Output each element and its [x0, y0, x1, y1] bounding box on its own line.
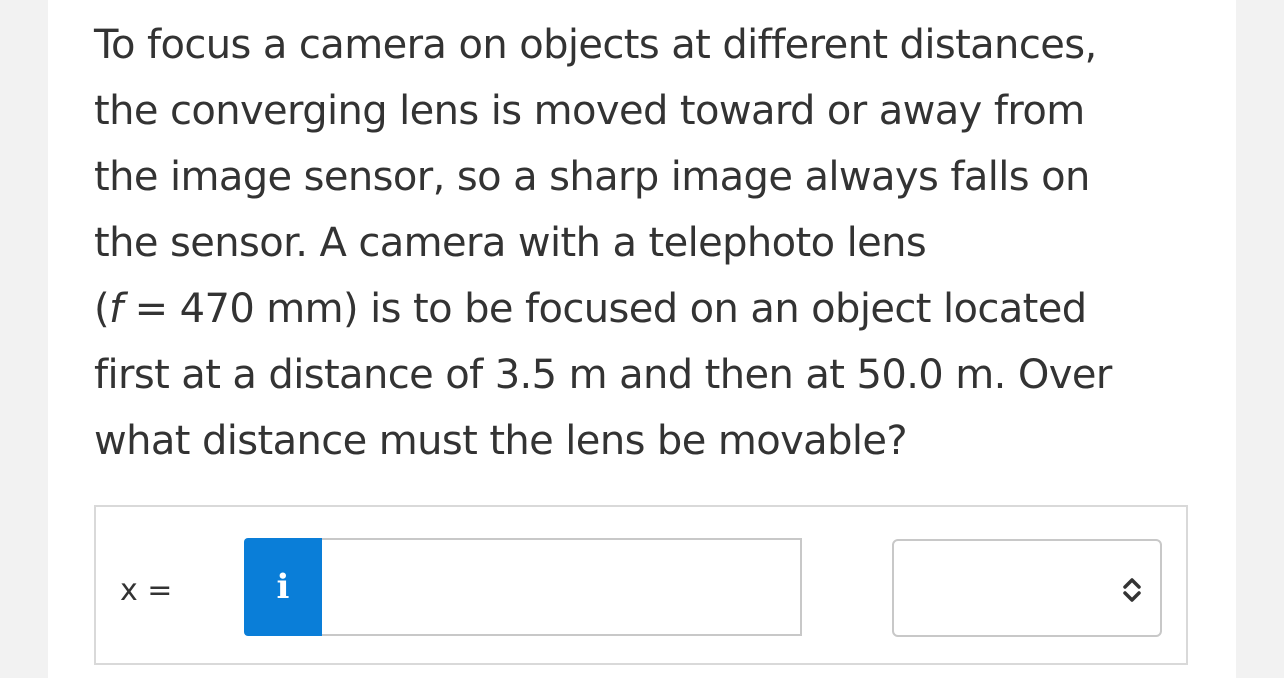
info-button[interactable]: i	[244, 538, 322, 636]
answer-input[interactable]	[322, 538, 802, 636]
info-icon: i	[276, 567, 290, 607]
question-page: To focus a camera on objects at differen…	[48, 0, 1236, 678]
unit-select[interactable]	[892, 539, 1162, 637]
answer-label: x =	[120, 573, 172, 608]
question-line: first at a distance of 3.5 m and then at…	[94, 352, 1112, 398]
up-down-chevron-icon	[1123, 578, 1141, 602]
question-line: (f = 470 mm) is to be focused on an obje…	[94, 276, 1174, 342]
answer-box: x = i	[94, 505, 1188, 665]
answer-variable: x	[120, 573, 138, 608]
question-line: the image sensor, so a sharp image alway…	[94, 154, 1090, 200]
question-text: To focus a camera on objects at differen…	[94, 12, 1174, 474]
focal-length-variable: f	[109, 286, 123, 332]
question-line: the sensor. A camera with a telephoto le…	[94, 220, 927, 266]
question-line-rest: = 470 mm) is to be focused on an object …	[122, 286, 1088, 332]
question-line: what distance must the lens be movable?	[94, 418, 908, 464]
equals-sign: =	[137, 573, 173, 608]
question-line: the converging lens is moved toward or a…	[94, 88, 1085, 134]
question-line: To focus a camera on objects at differen…	[94, 22, 1097, 68]
paren-open: (	[94, 286, 110, 332]
